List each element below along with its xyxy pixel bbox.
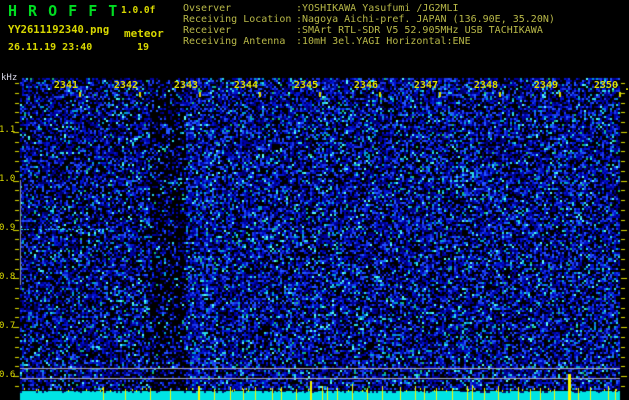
station-info-line: Ovserver :YOSHIKAWA Yasufumi /JG2MLI bbox=[183, 3, 555, 14]
app-title: H R O F F T bbox=[8, 2, 119, 20]
freq-tick-label: 1.0 bbox=[0, 174, 16, 184]
station-info-value: :10mH 3el.YAGI Horizontal:ENE bbox=[296, 36, 471, 47]
hrofft-screen: H R O F F T 1.0.0f YY2611192340.png mete… bbox=[0, 0, 629, 400]
app-version: 1.0.0f bbox=[121, 5, 156, 16]
time-tick-label: 2350 bbox=[593, 80, 618, 91]
output-filename: YY2611192340.png bbox=[8, 24, 110, 36]
station-info-block: Ovserver:YOSHIKAWA Yasufumi /JG2MLI Recei… bbox=[183, 3, 555, 47]
time-tick-label: 2346 bbox=[353, 80, 378, 91]
time-tick-label: 2349 bbox=[533, 80, 558, 91]
datetime-label: 26.11.19 23:40 bbox=[8, 42, 93, 53]
time-tick-label: 2348 bbox=[473, 80, 498, 91]
freq-axis-unit: kHz bbox=[1, 73, 18, 83]
station-info-value: :YOSHIKAWA Yasufumi /JG2MLI bbox=[296, 3, 459, 14]
station-info-value: :SMArt RTL-SDR V5 52.905MHz USB TACHIKAW… bbox=[296, 25, 543, 36]
freq-tick-label: 0.6 bbox=[0, 370, 16, 380]
freq-tick-label: 0.8 bbox=[0, 272, 16, 282]
station-info-value: :Nagoya Aichi-pref. JAPAN (136.90E, 35.2… bbox=[296, 14, 555, 25]
station-info-label: Receiving Antenna bbox=[183, 36, 286, 47]
freq-tick-label: 0.7 bbox=[0, 321, 16, 331]
time-tick-label: 2345 bbox=[293, 80, 318, 91]
freq-tick-label: 1.1 bbox=[0, 125, 16, 135]
station-info-line: Receiver :SMArt RTL-SDR V5 52.905MHz USB … bbox=[183, 25, 555, 36]
freq-tick-label: 0.9 bbox=[0, 223, 16, 233]
time-tick-label: 2347 bbox=[413, 80, 438, 91]
station-info-label: Ovserver bbox=[183, 3, 232, 14]
time-axis-trailing-dot: . bbox=[624, 82, 629, 93]
spectrogram-canvas bbox=[0, 0, 629, 400]
time-tick-label: 2342 bbox=[113, 80, 138, 91]
time-tick-label: 2341 bbox=[53, 80, 78, 91]
station-info-label: Receiving Location bbox=[183, 14, 292, 25]
station-info-line: Receiving Antenna :10mH 3el.YAGI Horizont… bbox=[183, 36, 555, 47]
time-tick-label: 2344 bbox=[233, 80, 258, 91]
echo-count: 19 bbox=[137, 42, 150, 53]
station-info-line: Receiving Location :Nagoya Aichi-pref. JA… bbox=[183, 14, 555, 25]
station-info-label: Receiver bbox=[183, 25, 232, 36]
time-tick-label: 2343 bbox=[173, 80, 198, 91]
mode-label: meteor bbox=[124, 27, 164, 40]
